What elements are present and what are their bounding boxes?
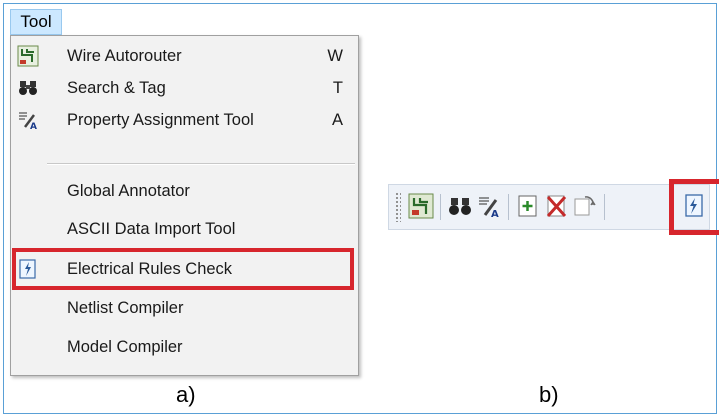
- menu-item-label: Search & Tag: [67, 79, 166, 97]
- toolbar-grip[interactable]: [395, 192, 401, 222]
- property-assignment-icon[interactable]: A: [476, 193, 502, 219]
- property-assignment-icon: A: [19, 112, 37, 131]
- menu-item-label: Netlist Compiler: [67, 299, 184, 317]
- menu-item-shortcut: A: [331, 111, 343, 129]
- menu-item-wire-autorouter[interactable]: Wire Autorouter W: [11, 40, 358, 72]
- menu-item-ascii-data-import-tool[interactable]: ASCII Data Import Tool: [11, 213, 358, 245]
- menu-item-label: Global Annotator: [67, 182, 190, 200]
- menu-item-global-annotator[interactable]: Global Annotator: [11, 175, 358, 207]
- toolbar-separator: [440, 194, 441, 220]
- menu-item-property-assignment-tool[interactable]: A Property Assignment Tool A: [11, 104, 358, 136]
- menu-item-label: Property Assignment Tool: [67, 111, 254, 129]
- svg-text:A: A: [30, 122, 37, 131]
- menu-item-label: ASCII Data Import Tool: [67, 220, 236, 238]
- tool-dropdown-menu: Wire Autorouter W Search & Tag T A Prope…: [10, 35, 359, 376]
- menu-item-shortcut: T: [332, 79, 343, 97]
- svg-text:A: A: [491, 209, 499, 219]
- menu-item-label: Wire Autorouter: [67, 47, 182, 65]
- electrical-rules-check-toolbar-highlight: [669, 179, 719, 235]
- menu-item-netlist-compiler[interactable]: Netlist Compiler: [11, 292, 358, 324]
- menu-item-label: Model Compiler: [67, 338, 183, 356]
- caption-b: b): [539, 382, 559, 407]
- menu-item-search-tag[interactable]: Search & Tag T: [11, 72, 358, 104]
- binoculars-icon: [19, 81, 37, 95]
- binoculars-icon[interactable]: [447, 193, 473, 219]
- menu-separator: [47, 163, 355, 165]
- toolbar-separator: [508, 194, 509, 220]
- menu-item-model-compiler[interactable]: Model Compiler: [11, 331, 358, 363]
- electrical-rules-check-highlight: [12, 248, 354, 290]
- toolbar-separator: [604, 194, 605, 220]
- delete-icon[interactable]: [543, 193, 569, 219]
- refresh-icon[interactable]: [571, 193, 597, 219]
- menu-item-shortcut: W: [327, 47, 343, 65]
- caption-a: a): [176, 382, 196, 407]
- tool-menu[interactable]: Tool: [10, 9, 62, 35]
- wire-autorouter-icon[interactable]: [408, 193, 434, 219]
- wire-autorouter-icon: [17, 45, 39, 67]
- new-document-icon[interactable]: [515, 193, 541, 219]
